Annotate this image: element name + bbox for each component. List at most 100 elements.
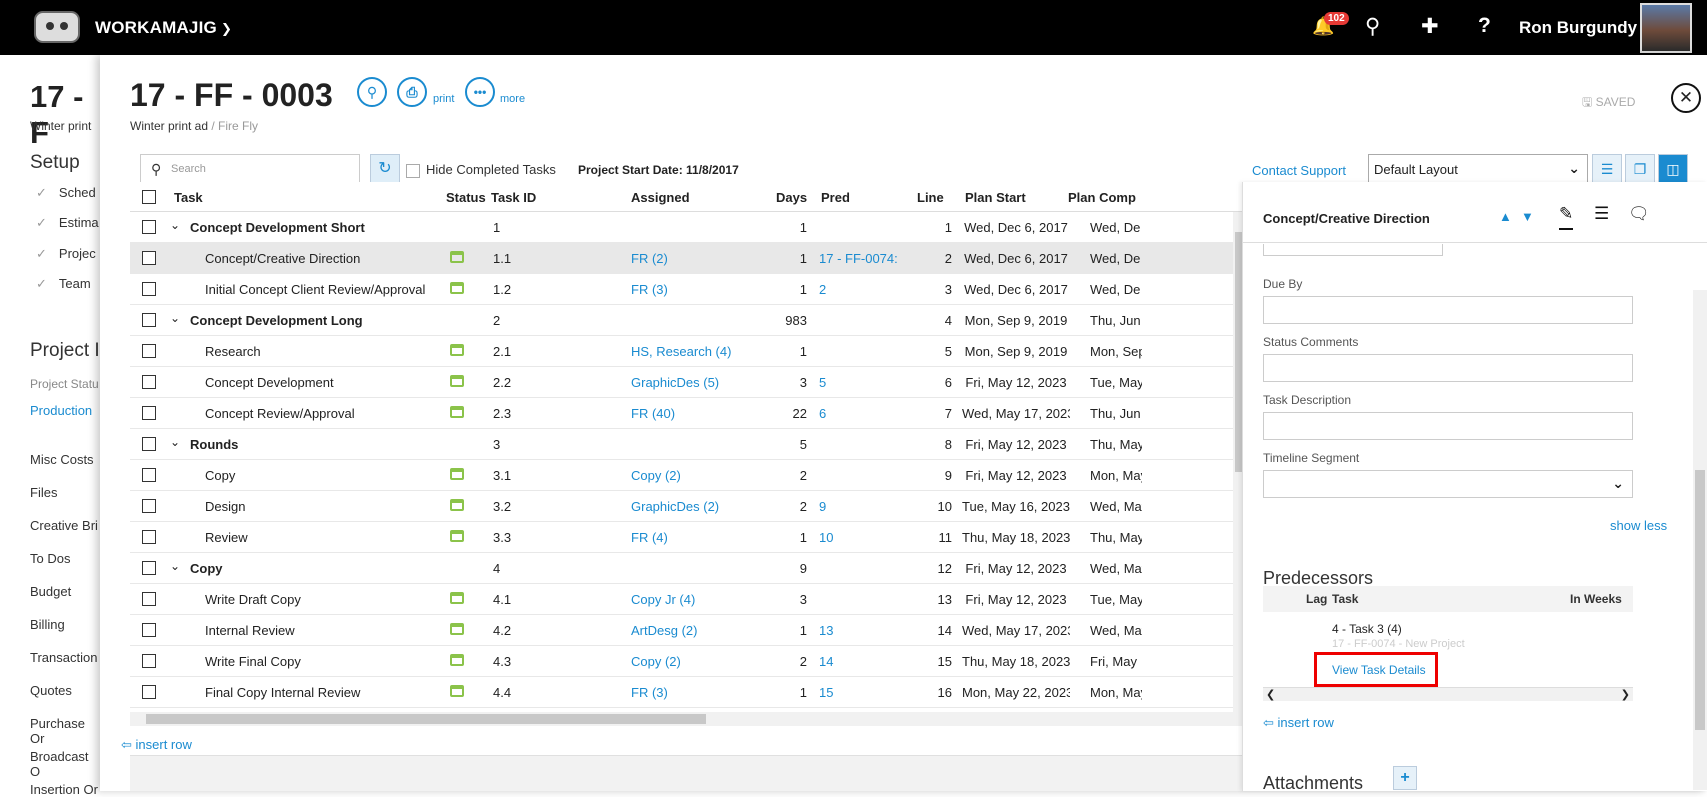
pred-horizontal-scrollbar[interactable]: ❮ ❯ bbox=[1263, 687, 1633, 701]
assigned[interactable]: Copy (2) bbox=[631, 654, 771, 669]
indent-button[interactable]: ☰ bbox=[1592, 154, 1622, 184]
due-by-input[interactable] bbox=[1263, 296, 1633, 324]
task-name[interactable]: Concept Development Long bbox=[190, 313, 440, 328]
list-icon[interactable]: ☰ bbox=[1594, 204, 1609, 224]
contact-support-link[interactable]: Contact Support bbox=[1252, 163, 1346, 178]
table-row[interactable]: Internal Review 4.2 ArtDesg (2) 1 13 14 Wed, M… bbox=[130, 615, 1242, 646]
more-label[interactable]: more bbox=[500, 93, 525, 105]
setup-item[interactable]: ✓ Estima bbox=[36, 215, 99, 231]
calendar-status-icon[interactable] bbox=[450, 251, 464, 263]
table-row[interactable]: Concept Development 2.2 GraphicDes (5) 3 5 6 F… bbox=[130, 367, 1242, 398]
header-task-id[interactable]: Task ID bbox=[491, 190, 536, 205]
view-task-details-button[interactable]: View Task Details bbox=[1314, 652, 1438, 687]
side-panel-toggle[interactable]: ◫ bbox=[1658, 154, 1688, 184]
nav-link[interactable]: Quotes bbox=[30, 683, 72, 698]
task-name[interactable]: Review bbox=[205, 530, 445, 545]
nav-link[interactable]: Creative Bri bbox=[30, 518, 98, 533]
status-comments-input[interactable] bbox=[1263, 354, 1633, 382]
predecessor[interactable]: 14 bbox=[819, 654, 909, 669]
nav-link[interactable]: Insertion Or bbox=[30, 782, 98, 797]
table-row[interactable]: Design 3.2 GraphicDes (2) 2 9 10 Tue, May 16, … bbox=[130, 491, 1242, 522]
task-name[interactable]: Design bbox=[205, 499, 445, 514]
assigned[interactable]: FR (40) bbox=[631, 406, 771, 421]
table-row[interactable]: ⌄ Copy 4 9 12 Fri, May 12, 2023 Wed, May bbox=[130, 553, 1242, 584]
header-status[interactable]: Status bbox=[446, 190, 486, 205]
print-label[interactable]: print bbox=[433, 93, 454, 105]
row-checkbox[interactable] bbox=[142, 468, 156, 482]
row-checkbox[interactable] bbox=[142, 437, 156, 451]
help-icon[interactable]: ? bbox=[1478, 14, 1491, 38]
detail-vertical-scrollbar[interactable] bbox=[1693, 290, 1707, 790]
task-name[interactable]: Concept Development Short bbox=[190, 220, 440, 235]
row-checkbox[interactable] bbox=[142, 561, 156, 575]
workamajig-logo-icon[interactable] bbox=[34, 11, 80, 43]
task-name[interactable]: Research bbox=[205, 344, 445, 359]
edit-pencil-icon[interactable]: ✎ bbox=[1559, 204, 1574, 230]
header-plan-start[interactable]: Plan Start bbox=[965, 190, 1026, 205]
calendar-status-icon[interactable] bbox=[450, 499, 464, 511]
layout-select[interactable]: Default Layout ⌄ bbox=[1368, 154, 1588, 184]
task-name[interactable]: Internal Review bbox=[205, 623, 445, 638]
assigned[interactable]: FR (2) bbox=[631, 251, 771, 266]
assigned[interactable]: ArtDesg (2) bbox=[631, 623, 771, 638]
print-button[interactable]: ⎙ bbox=[397, 77, 427, 107]
next-task-icon[interactable]: ▼ bbox=[1521, 209, 1534, 224]
table-row[interactable]: Write Draft Copy 4.1 Copy Jr (4) 3 13 Fri, Ma… bbox=[130, 584, 1242, 615]
task-description-input[interactable] bbox=[1263, 412, 1633, 440]
task-name[interactable]: Concept Review/Approval bbox=[205, 406, 445, 421]
calendar-status-icon[interactable] bbox=[450, 406, 464, 418]
task-name[interactable]: Write Final Copy bbox=[205, 654, 445, 669]
row-checkbox[interactable] bbox=[142, 220, 156, 234]
calendar-status-icon[interactable] bbox=[450, 654, 464, 666]
task-name[interactable]: Concept/Creative Direction bbox=[205, 251, 445, 266]
table-row[interactable]: Initial Concept Client Review/Approval 1.… bbox=[130, 274, 1242, 305]
collapse-chevron-icon[interactable]: ⌄ bbox=[170, 311, 180, 325]
search-input[interactable]: ⚲ Search bbox=[140, 154, 360, 184]
nav-link[interactable]: To Dos bbox=[30, 551, 70, 566]
collapse-chevron-icon[interactable]: ⌄ bbox=[170, 435, 180, 449]
calendar-status-icon[interactable] bbox=[450, 468, 464, 480]
collapse-chevron-icon[interactable]: ⌄ bbox=[170, 218, 180, 232]
nav-link[interactable]: Misc Costs bbox=[30, 452, 94, 467]
row-checkbox[interactable] bbox=[142, 282, 156, 296]
row-checkbox[interactable] bbox=[142, 623, 156, 637]
table-row[interactable]: ⌄ Concept Development Short 1 1 1 Wed, Dec 6,… bbox=[130, 212, 1242, 243]
show-less-link[interactable]: show less bbox=[1610, 518, 1667, 533]
table-row[interactable]: Concept/Creative Direction 1.1 FR (2) 1 17 -… bbox=[130, 243, 1242, 274]
assigned[interactable]: HS, Research (4) bbox=[631, 344, 771, 359]
calendar-status-icon[interactable] bbox=[450, 344, 464, 356]
calendar-status-icon[interactable] bbox=[450, 592, 464, 604]
avatar[interactable] bbox=[1640, 3, 1692, 53]
header-assigned[interactable]: Assigned bbox=[631, 190, 690, 205]
table-row[interactable]: Final Copy Internal Review 4.4 FR (3) 1 15 16… bbox=[130, 677, 1242, 708]
setup-item[interactable]: ✓ Projec bbox=[36, 246, 96, 262]
hide-completed-checkbox[interactable] bbox=[406, 163, 420, 178]
row-checkbox[interactable] bbox=[142, 313, 156, 327]
row-checkbox[interactable] bbox=[142, 251, 156, 265]
row-checkbox[interactable] bbox=[142, 406, 156, 420]
calendar-status-icon[interactable] bbox=[450, 685, 464, 697]
task-name[interactable]: Final Copy Internal Review bbox=[205, 685, 445, 700]
header-line[interactable]: Line bbox=[917, 190, 944, 205]
predecessor[interactable]: 9 bbox=[819, 499, 909, 514]
table-row[interactable]: ⌄ Rounds 3 5 8 Fri, May 12, 2023 Thu, May bbox=[130, 429, 1242, 460]
previous-task-icon[interactable]: ▲ bbox=[1499, 209, 1512, 224]
setup-item[interactable]: ✓ Sched bbox=[36, 185, 96, 201]
task-name[interactable]: Initial Concept Client Review/Approval bbox=[205, 282, 445, 297]
header-task[interactable]: Task bbox=[174, 190, 203, 205]
project-status-value[interactable]: Production bbox=[30, 403, 92, 418]
grid-horizontal-scrollbar[interactable] bbox=[130, 712, 1247, 726]
select-all-checkbox[interactable] bbox=[142, 190, 156, 204]
app-switcher[interactable]: WORKAMAJIG ❯ bbox=[95, 18, 232, 38]
predecessor[interactable]: 6 bbox=[819, 406, 909, 421]
task-name[interactable]: Write Draft Copy bbox=[205, 592, 445, 607]
refresh-button[interactable]: ↻ bbox=[370, 154, 400, 184]
calendar-status-icon[interactable] bbox=[450, 530, 464, 542]
header-days[interactable]: Days bbox=[776, 190, 807, 205]
nav-link[interactable]: Broadcast O bbox=[30, 749, 100, 779]
calendar-status-icon[interactable] bbox=[450, 623, 464, 635]
collapse-chevron-icon[interactable]: ⌄ bbox=[170, 559, 180, 573]
assigned[interactable]: FR (3) bbox=[631, 282, 771, 297]
row-checkbox[interactable] bbox=[142, 375, 156, 389]
scroll-left-icon[interactable]: ❮ bbox=[1266, 688, 1275, 701]
